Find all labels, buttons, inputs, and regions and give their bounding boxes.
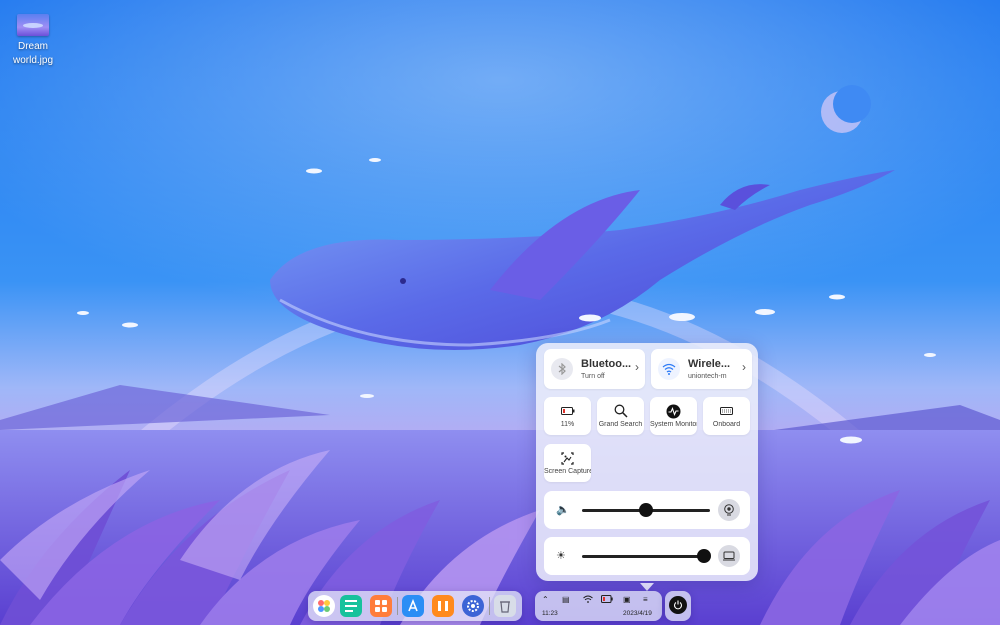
notification-icon[interactable]: ≡ bbox=[643, 595, 648, 604]
battery-percent: 11% bbox=[560, 421, 575, 428]
wifi-icon[interactable] bbox=[583, 595, 593, 605]
launcher-icon[interactable] bbox=[313, 595, 335, 617]
brightness-slider-knob[interactable] bbox=[696, 549, 711, 563]
control-center-panel: Bluetoo... Turn off › Wirele... uniontec… bbox=[536, 343, 758, 581]
file-name-line2: world.jpg bbox=[12, 55, 54, 66]
search-icon bbox=[597, 403, 644, 419]
desktop-file-dream-world[interactable]: Dream world.jpg bbox=[6, 10, 60, 68]
screen-capture-label: Screen Capture bbox=[544, 468, 591, 475]
bluetooth-icon bbox=[551, 358, 573, 380]
sun-icon: ☀ bbox=[556, 550, 566, 562]
volume-slider-knob[interactable] bbox=[639, 503, 653, 517]
screen-capture-icon bbox=[544, 450, 591, 466]
settings-icon[interactable] bbox=[462, 595, 484, 617]
system-monitor-icon bbox=[650, 403, 697, 419]
audio-output-icon[interactable] bbox=[718, 499, 740, 521]
power-icon bbox=[669, 596, 687, 614]
wifi-icon bbox=[658, 358, 680, 380]
screen-capture-tile[interactable]: Screen Capture bbox=[544, 444, 591, 482]
terminal-icon[interactable] bbox=[340, 595, 362, 617]
app-grid-icon[interactable] bbox=[370, 595, 392, 617]
panel-pointer bbox=[640, 583, 654, 591]
wireless-tile[interactable]: Wirele... uniontech-m › bbox=[651, 349, 752, 389]
battery-icon bbox=[544, 403, 591, 419]
chevron-right-icon[interactable]: › bbox=[635, 360, 639, 374]
screen-capture-icon[interactable]: ▣ bbox=[623, 595, 631, 604]
bluetooth-status: Turn off bbox=[581, 373, 605, 380]
chevron-right-icon[interactable]: › bbox=[742, 360, 746, 374]
system-monitor-label: System Monitor bbox=[650, 421, 697, 428]
system-tray: ⌃ ▤ ▣ ≡ 11:23 2023/4/19 bbox=[535, 591, 662, 621]
brightness-slider-row: ☀ bbox=[544, 537, 750, 575]
speaker-icon: 🔈 bbox=[556, 504, 570, 516]
image-thumbnail bbox=[17, 14, 49, 36]
display-icon[interactable] bbox=[718, 545, 740, 567]
power-button[interactable] bbox=[665, 591, 691, 621]
dock-separator bbox=[489, 597, 490, 615]
system-monitor-tile[interactable]: System Monitor bbox=[650, 397, 697, 435]
file-name-line1: Dream bbox=[17, 41, 48, 52]
bluetooth-tile[interactable]: Bluetoo... Turn off › bbox=[544, 349, 645, 389]
music-icon[interactable] bbox=[432, 595, 454, 617]
keyboard-layout-icon[interactable]: ▤ bbox=[562, 595, 570, 604]
grand-search-tile[interactable]: Grand Search bbox=[597, 397, 644, 435]
dock-apps bbox=[308, 591, 522, 621]
bluetooth-title: Bluetoo... bbox=[581, 358, 632, 370]
battery-tile[interactable]: 11% bbox=[544, 397, 591, 435]
brightness-slider-track[interactable] bbox=[582, 555, 710, 558]
onboard-label: Onboard bbox=[712, 421, 741, 428]
onboard-tile[interactable]: Onboard bbox=[703, 397, 750, 435]
grand-search-label: Grand Search bbox=[598, 421, 643, 428]
chevron-up-icon[interactable]: ⌃ bbox=[542, 595, 549, 604]
wireless-title: Wirele... bbox=[688, 358, 731, 370]
keyboard-icon bbox=[703, 403, 750, 419]
trash-icon[interactable] bbox=[494, 595, 516, 617]
dock-separator bbox=[397, 597, 398, 615]
volume-slider-row: 🔈 bbox=[544, 491, 750, 529]
wireless-network-name: uniontech-m bbox=[688, 373, 727, 380]
battery-icon[interactable] bbox=[601, 595, 613, 605]
app-store-icon[interactable] bbox=[402, 595, 424, 617]
desktop-wallpaper bbox=[0, 0, 1000, 625]
clock-date[interactable]: 2023/4/19 bbox=[623, 610, 652, 617]
clock-time[interactable]: 11:23 bbox=[542, 610, 558, 617]
